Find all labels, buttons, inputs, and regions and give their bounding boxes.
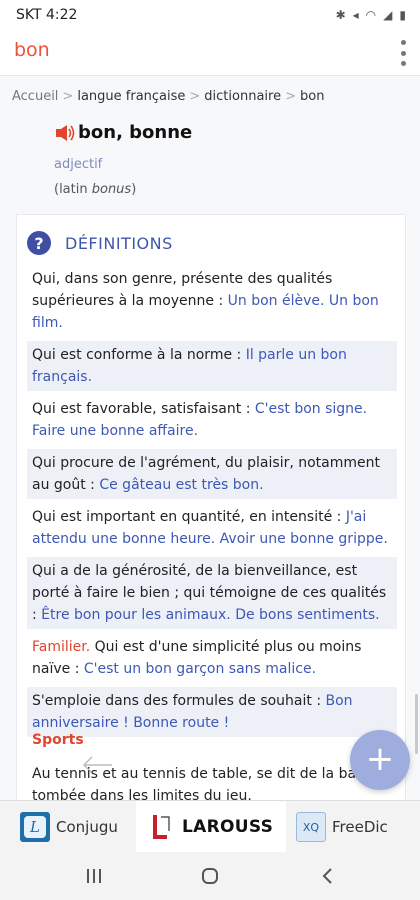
breadcrumb-separator: > xyxy=(62,89,74,104)
search-query[interactable]: bon xyxy=(14,39,50,61)
app-tab-bar: L Conjugu LAROUSS XQ FreeDic xyxy=(0,800,420,853)
definitions-list: Qui, dans son genre, présente des qualit… xyxy=(27,265,397,741)
breadcrumb-home[interactable]: Accueil xyxy=(12,89,58,104)
add-fab-button[interactable]: + xyxy=(350,730,410,790)
scrollbar[interactable] xyxy=(415,694,418,754)
breadcrumb-current: bon xyxy=(300,89,325,104)
tab-freedic[interactable]: XQ FreeDic xyxy=(286,801,420,853)
svg-text:XQ: XQ xyxy=(303,821,320,834)
tab-label: FreeDic xyxy=(332,818,388,836)
search-bar[interactable]: bon xyxy=(0,30,420,76)
question-icon: ? xyxy=(27,231,51,255)
definition-item: Familier. Qui est d'une simplicité plus … xyxy=(27,633,397,683)
part-of-speech: adjectif xyxy=(54,157,103,172)
definition-item: Qui est favorable, satisfaisant : C'est … xyxy=(27,395,397,445)
tab-larousse[interactable]: LAROUSS xyxy=(136,801,286,853)
speaker-icon[interactable] xyxy=(54,123,76,143)
definition-item: Qui a de la générosité, de la bienveilla… xyxy=(27,557,397,629)
sports-section-title: Sports xyxy=(32,732,84,748)
breadcrumb: Accueil > langue française > dictionnaire > bo… xyxy=(12,89,324,104)
battery-icon: ▮ xyxy=(399,8,406,22)
definition-example[interactable]: Être bon pour les animaux. De bons senti… xyxy=(41,607,379,623)
tab-label: Conjugu xyxy=(56,818,118,836)
entry-header: bon, bonne xyxy=(54,122,192,143)
status-bar: SKT 4:22 ✱ ◂ ◠ ◢ ▮ xyxy=(0,0,420,30)
etymology-prefix: (latin xyxy=(54,182,92,197)
etymology-word: bonus xyxy=(91,182,132,197)
breadcrumb-langue[interactable]: langue française xyxy=(77,89,185,104)
definition-item: Qui, dans son genre, présente des qualit… xyxy=(27,265,397,337)
definition-text: S'emploie dans des formules de souhait : xyxy=(32,693,326,709)
tab-label: LAROUSS xyxy=(182,817,274,837)
mute-icon: ◂ xyxy=(352,8,359,22)
back-arrow-icon xyxy=(82,756,112,774)
status-carrier-time: SKT 4:22 xyxy=(16,7,78,23)
definition-text: Qui est conforme à la norme : xyxy=(32,347,246,363)
definition-register: Familier. xyxy=(32,639,91,655)
conjugaison-app-icon: L xyxy=(20,812,50,842)
signal-icon: ◢ xyxy=(383,8,393,22)
definition-text: Qui est favorable, satisfaisant : xyxy=(32,401,255,417)
etymology-suffix: ) xyxy=(131,182,137,197)
overflow-menu-icon[interactable] xyxy=(398,40,408,66)
definitions-title: DÉFINITIONS xyxy=(65,233,173,253)
definition-example[interactable]: C'est un bon garçon sans malice. xyxy=(84,661,316,677)
svg-text:L: L xyxy=(29,818,40,836)
larousse-app-icon xyxy=(146,812,176,842)
status-icons: ✱ ◂ ◠ ◢ ▮ xyxy=(336,8,406,22)
wifi-icon: ◠ xyxy=(365,8,377,22)
etymology: (latin bonus) xyxy=(54,182,136,197)
definition-text: Qui est important en quantité, en intens… xyxy=(32,509,346,525)
recents-icon[interactable] xyxy=(82,864,106,888)
breadcrumb-separator: > xyxy=(189,89,201,104)
back-icon[interactable] xyxy=(316,864,340,888)
home-icon[interactable] xyxy=(198,864,222,888)
content-area[interactable]: Accueil > langue française > dictionnaire > bo… xyxy=(0,76,420,800)
definitions-card: ? DÉFINITIONS Qui, dans son genre, prése… xyxy=(16,214,406,800)
headword: bon, bonne xyxy=(78,122,193,143)
bluetooth-icon: ✱ xyxy=(335,8,346,22)
definition-item: Qui est conforme à la norme : Il parle u… xyxy=(27,341,397,391)
breadcrumb-separator: > xyxy=(285,89,296,104)
definitions-header: ? DÉFINITIONS xyxy=(27,231,173,255)
tab-conjugaison[interactable]: L Conjugu xyxy=(0,801,136,853)
breadcrumb-dictionnaire[interactable]: dictionnaire xyxy=(204,89,281,104)
definition-item: Qui procure de l'agrément, du plaisir, n… xyxy=(27,449,397,499)
definition-item: S'emploie dans des formules de souhait :… xyxy=(27,687,397,737)
definition-item: Qui est important en quantité, en intens… xyxy=(27,503,397,553)
definition-example[interactable]: Ce gâteau est très bon. xyxy=(99,477,263,493)
system-nav-bar xyxy=(0,852,420,900)
freedic-app-icon: XQ xyxy=(296,812,326,842)
